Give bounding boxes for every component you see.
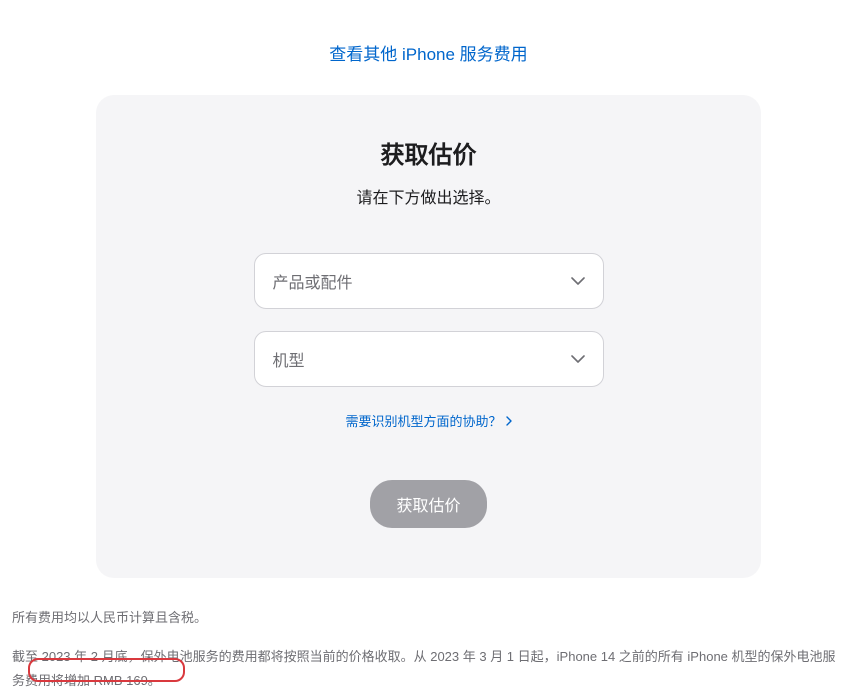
footnote-line-2: 截至 2023 年 2 月底，保外电池服务的费用都将按照当前的价格收取。从 20… <box>12 645 847 694</box>
get-estimate-button[interactable]: 获取估价 <box>370 480 486 528</box>
chevron-right-icon <box>506 416 512 426</box>
other-services-link[interactable]: 查看其他 iPhone 服务费用 <box>329 45 527 64</box>
footnote-line-1: 所有费用均以人民币计算且含税。 <box>12 606 847 631</box>
product-select[interactable]: 产品或配件 <box>254 253 604 309</box>
chevron-down-icon <box>571 355 585 363</box>
model-select[interactable]: 机型 <box>254 331 604 387</box>
card-title: 获取估价 <box>96 135 761 170</box>
help-link-text: 需要识别机型方面的协助？ <box>345 411 501 430</box>
identify-model-help-link[interactable]: 需要识别机型方面的协助？ <box>345 411 511 430</box>
product-select-placeholder: 产品或配件 <box>273 269 353 293</box>
model-select-placeholder: 机型 <box>273 347 305 371</box>
estimate-card: 获取估价 请在下方做出选择。 产品或配件 机型 需要识别机型方面的协助？ 获取估… <box>96 95 761 578</box>
chevron-down-icon <box>571 277 585 285</box>
card-subtitle: 请在下方做出选择。 <box>96 184 761 208</box>
footnote-section: 所有费用均以人民币计算且含税。 截至 2023 年 2 月底，保外电池服务的费用… <box>12 606 847 694</box>
